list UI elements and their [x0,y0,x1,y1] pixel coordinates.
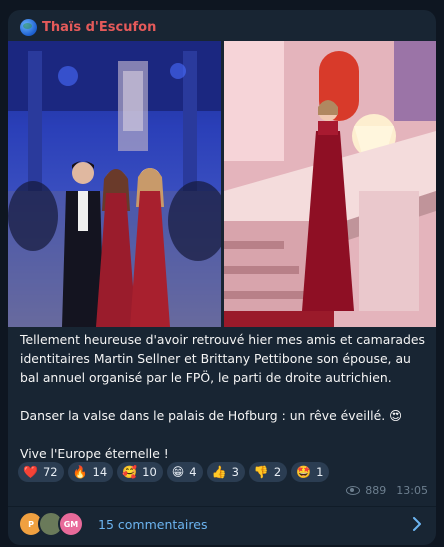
reaction-count: 4 [189,465,197,479]
comments-label: 15 commentaires [98,516,208,532]
message-paragraph: Danser la valse dans le palais de Hofbur… [20,408,403,423]
chevron-right-icon [413,517,421,531]
view-count: 889 [365,484,387,497]
staircase-photo-illustration [224,41,436,327]
ballroom-photo[interactable] [8,41,221,327]
photo-album [8,41,436,327]
message-bubble: Thaïs d'Escufon Tellement heureuse d'avo… [8,10,436,545]
reaction-heart[interactable]: ❤️ 72 [18,462,64,482]
star-struck-emoji: 🤩 [296,465,312,479]
reaction-fire[interactable]: 🔥 14 [67,462,114,482]
heart-emoji: ❤️ [23,465,38,479]
reaction-thumbs-up[interactable]: 👍 3 [206,462,245,482]
reaction-smiling-hearts[interactable]: 🥰 10 [117,462,163,482]
reaction-count: 3 [231,465,239,479]
message-meta: 889 13:05 [346,484,428,497]
grin-emoji: 😁 [171,465,185,479]
reaction-count: 72 [42,465,58,479]
thumbs-down-emoji: 👎 [253,465,269,479]
thumbs-up-emoji: 👍 [211,465,227,479]
avatar: GM [58,511,84,537]
reaction-grin[interactable]: 😁 4 [166,462,203,482]
message-time: 13:05 [396,484,428,497]
globe-icon [20,18,37,36]
eye-icon [346,486,361,495]
channel-name[interactable]: Thaïs d'Escufon [42,20,156,35]
message-paragraph: Vive l'Europe éternelle ! [20,446,169,461]
comments-button[interactable]: P GM 15 commentaires [18,510,426,538]
message-paragraph: Tellement heureuse d'avoir retrouvé hier… [20,332,425,385]
staircase-photo[interactable] [224,41,436,327]
message-header: Thaïs d'Escufon [20,16,156,38]
divider [8,506,436,507]
reactions-bar: ❤️ 72 🔥 14 🥰 10 😁 4 👍 3 👎 2 🤩 1 [18,462,330,482]
smiling-hearts-emoji: 🥰 [122,465,138,479]
reaction-count: 14 [92,465,108,479]
reaction-count: 1 [316,465,324,479]
reaction-count: 10 [142,465,157,479]
fire-emoji: 🔥 [72,465,88,479]
commenter-avatars: P GM [18,511,84,537]
ballroom-photo-illustration [8,41,221,327]
reaction-star-struck[interactable]: 🤩 1 [291,462,330,482]
message-text: Tellement heureuse d'avoir retrouvé hier… [20,330,430,463]
reaction-count: 2 [273,465,282,479]
reaction-thumbs-down[interactable]: 👎 2 [248,462,288,482]
